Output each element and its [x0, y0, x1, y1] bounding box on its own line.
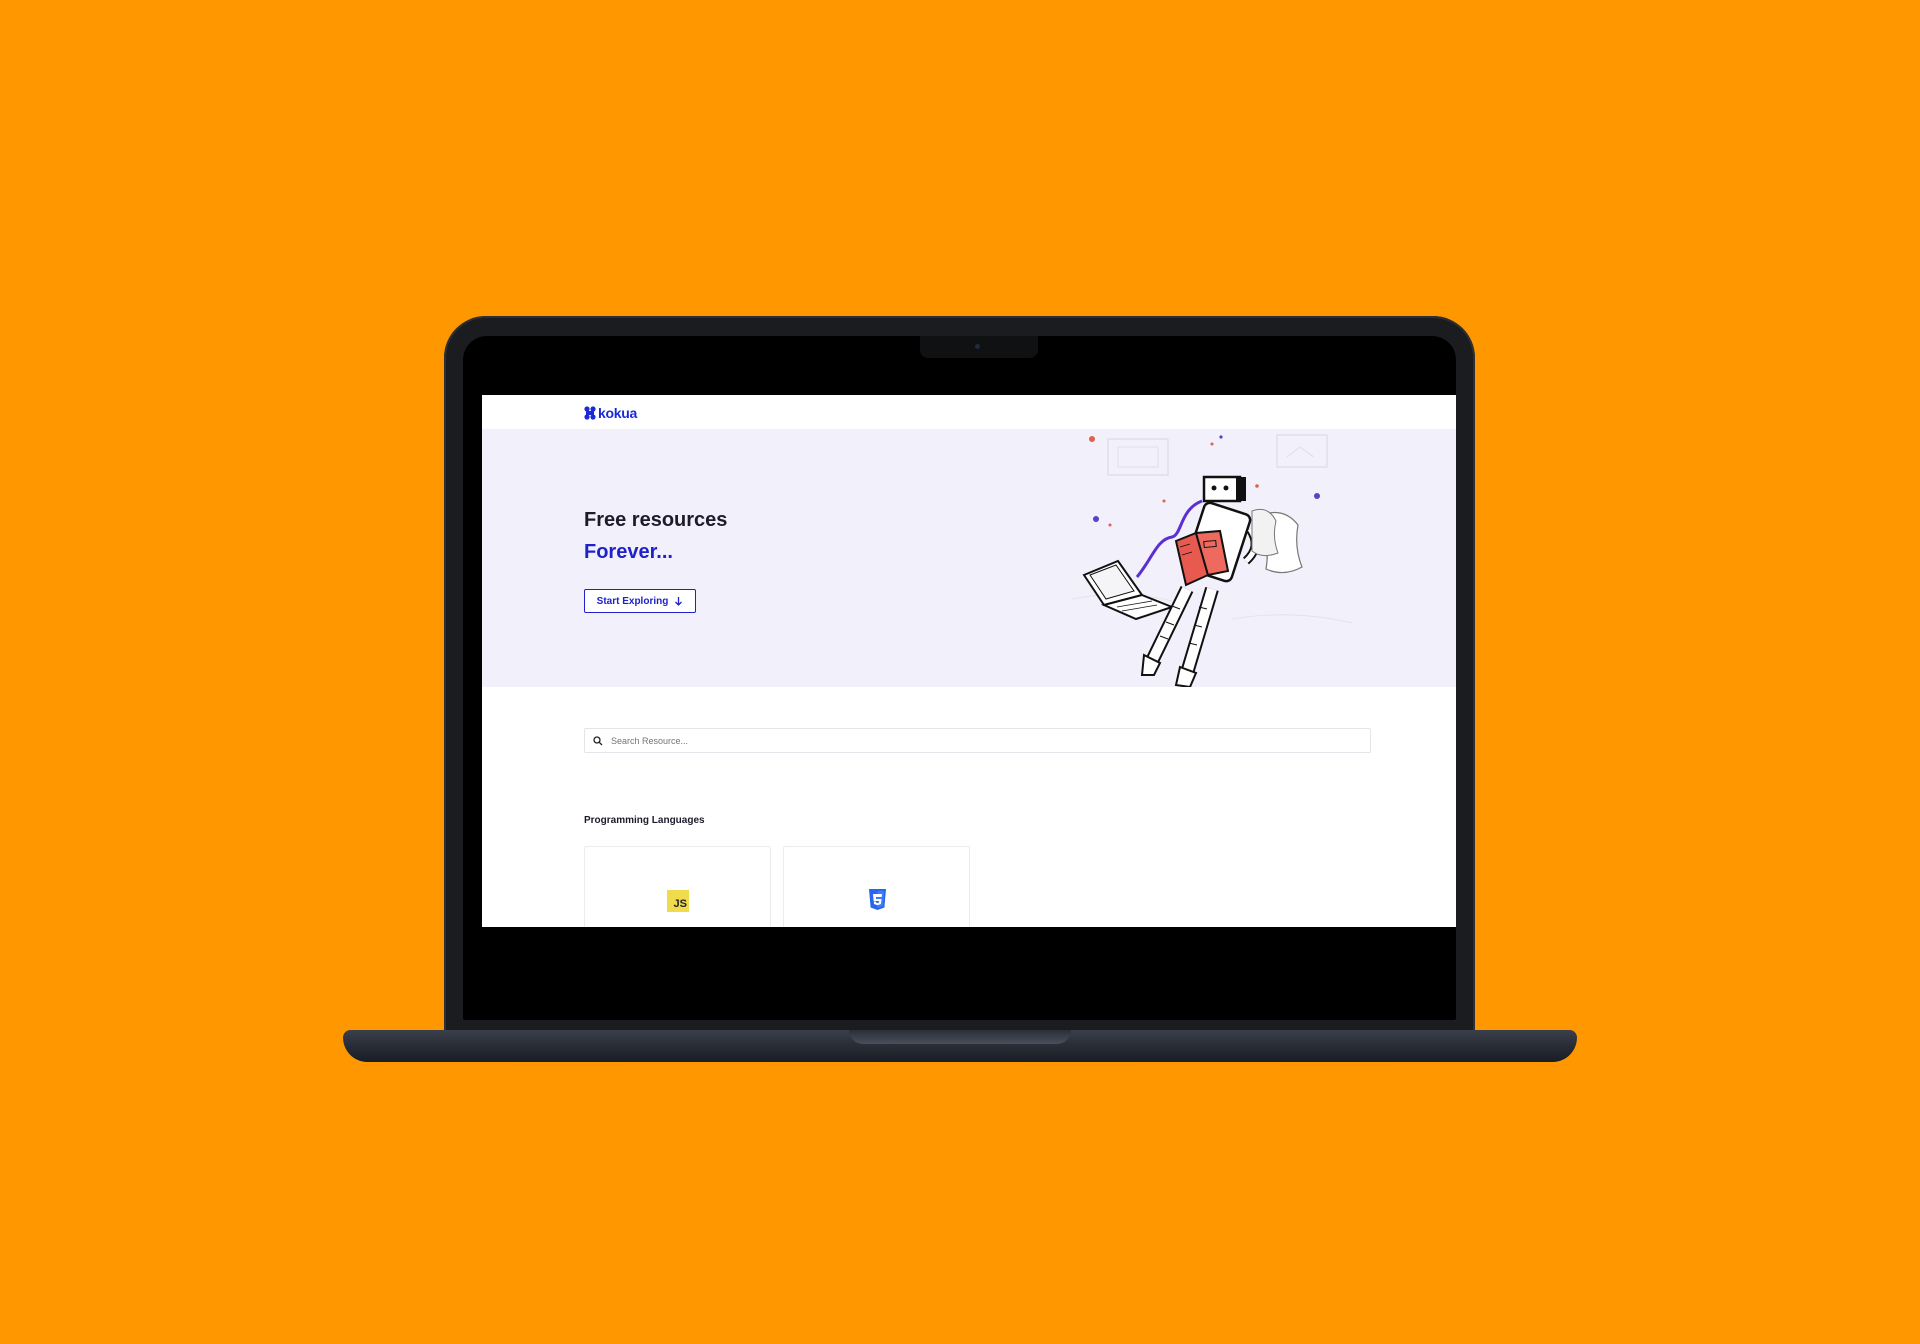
hero-section: Free resources Forever... Start Explorin… — [482, 429, 1456, 687]
arrow-down-icon — [675, 597, 683, 606]
search-input[interactable] — [609, 734, 1353, 747]
section-title-programming-languages: Programming Languages — [584, 815, 705, 826]
css3-icon — [869, 889, 886, 910]
laptop-opening-notch — [849, 1030, 1071, 1044]
javascript-icon: JS — [667, 890, 689, 912]
camera-notch — [920, 336, 1038, 358]
laptop-lid: kokua Free resources Forever... Start Ex… — [444, 316, 1475, 1036]
kokua-logo-icon — [584, 406, 596, 420]
search-bar[interactable] — [584, 728, 1371, 753]
hero-title: Free resources — [584, 509, 728, 531]
site-logo[interactable]: kokua — [584, 405, 637, 421]
logo-text: kokua — [598, 405, 637, 421]
browser-viewport: kokua Free resources Forever... Start Ex… — [482, 395, 1456, 927]
start-exploring-label: Start Exploring — [596, 595, 669, 607]
camera-icon — [975, 344, 980, 349]
robot-reading-illustration — [1071, 434, 1353, 687]
start-exploring-button[interactable]: Start Exploring — [584, 589, 696, 613]
resource-card-css[interactable] — [783, 846, 970, 927]
laptop-base — [343, 1030, 1577, 1062]
screen-bezel: kokua Free resources Forever... Start Ex… — [463, 336, 1456, 1020]
resource-card-javascript[interactable]: JS — [584, 846, 771, 927]
top-navbar: kokua — [482, 395, 1456, 429]
hero-subtitle: Forever... — [584, 541, 673, 563]
search-icon — [593, 735, 603, 745]
